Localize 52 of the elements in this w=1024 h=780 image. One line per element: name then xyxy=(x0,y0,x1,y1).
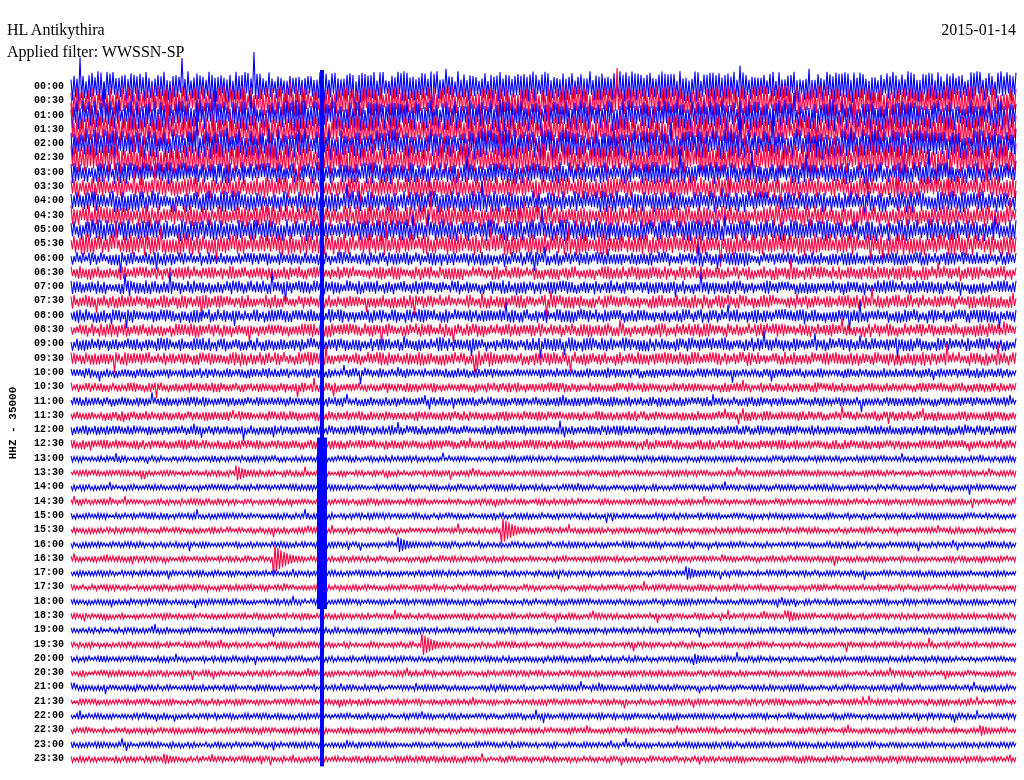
time-label: 04:30 xyxy=(33,208,64,223)
time-label: 05:00 xyxy=(33,222,64,237)
time-label: 14:00 xyxy=(33,480,64,495)
time-label: 05:30 xyxy=(33,237,64,252)
time-label: 20:00 xyxy=(33,651,64,666)
time-label: 18:30 xyxy=(33,609,64,623)
time-label: 02:00 xyxy=(33,137,64,152)
time-label: 11:00 xyxy=(33,394,64,409)
time-label: 06:00 xyxy=(33,251,64,266)
time-label: 07:00 xyxy=(33,280,64,295)
time-label: 11:30 xyxy=(33,408,64,423)
time-label: 01:00 xyxy=(33,108,64,123)
time-label: 12:00 xyxy=(33,423,64,438)
time-label: 12:30 xyxy=(33,437,64,452)
time-label: 08:00 xyxy=(33,308,64,323)
time-label: 17:30 xyxy=(33,580,64,595)
filter-label: Applied filter: WWSSN-SP xyxy=(7,42,186,62)
time-label: 04:00 xyxy=(33,194,64,209)
time-label: 15:00 xyxy=(33,508,64,523)
station-title: HL Antikythira xyxy=(7,20,105,40)
time-label: 02:30 xyxy=(33,151,64,166)
time-label: 21:00 xyxy=(33,680,64,695)
time-label: 13:30 xyxy=(33,466,64,480)
time-label: 18:00 xyxy=(33,594,64,609)
time-label: 01:30 xyxy=(33,122,64,137)
time-label: 00:30 xyxy=(33,94,64,109)
time-label: 17:00 xyxy=(33,566,64,581)
time-label: 15:30 xyxy=(33,523,64,538)
time-label: 22:00 xyxy=(33,709,64,724)
time-label: 06:30 xyxy=(33,265,64,280)
time-label: 23:00 xyxy=(33,737,64,752)
time-label: 10:30 xyxy=(33,380,64,395)
time-label: 21:30 xyxy=(33,694,64,709)
time-label: 16:00 xyxy=(33,537,64,552)
time-label: 16:30 xyxy=(33,551,64,566)
time-label: 19:30 xyxy=(33,637,64,652)
date-label: 2015-01-14 xyxy=(941,20,1016,40)
time-label: 10:00 xyxy=(33,365,64,380)
time-label: 03:00 xyxy=(33,165,64,180)
time-label: 22:30 xyxy=(33,723,64,738)
time-label: 23:30 xyxy=(33,751,64,766)
axis-label: HHZ - 35000 xyxy=(7,386,19,460)
time-label: 08:30 xyxy=(33,323,64,338)
time-label: 03:30 xyxy=(33,180,64,195)
time-label: 07:30 xyxy=(33,294,64,309)
time-label: 19:00 xyxy=(33,623,64,638)
time-label: 13:00 xyxy=(33,451,64,466)
time-label: 00:00 xyxy=(33,80,64,94)
time-label: 09:30 xyxy=(33,351,64,366)
time-label: 20:30 xyxy=(33,666,64,681)
time-label: 14:30 xyxy=(33,494,64,509)
time-label: 09:00 xyxy=(33,337,64,352)
